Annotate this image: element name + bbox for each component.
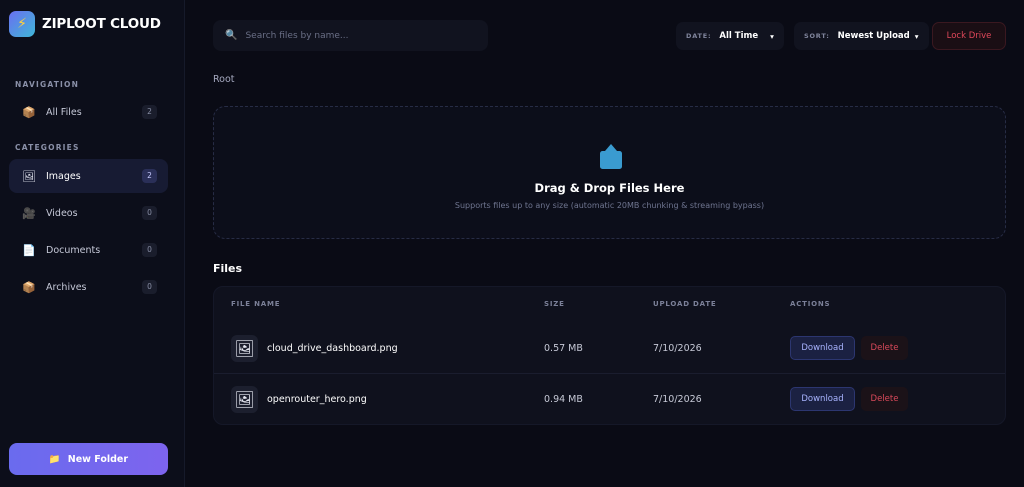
document-icon: 📄: [22, 243, 36, 257]
dropzone-title: Drag & Drop Files Here: [534, 181, 685, 195]
sidebar-item-label: Archives: [46, 281, 87, 293]
folder-icon: 📁: [48, 453, 61, 465]
brand-name: ZIPLOOT CLOUD: [42, 16, 161, 32]
navigation-label: NAVIGATION: [15, 80, 80, 89]
upload-icon: [600, 144, 622, 169]
date-filter[interactable]: DATE: All Time ▾: [676, 22, 784, 50]
sidebar-item-label: Videos: [46, 207, 78, 219]
sidebar-item-images[interactable]: 🖼 Images 2: [9, 159, 168, 193]
search-icon: 🔍: [225, 30, 238, 41]
column-header-actions: ACTIONS: [790, 300, 831, 308]
dropzone-subtitle: Supports files up to any size (automatic…: [454, 201, 765, 210]
search-box[interactable]: 🔍: [213, 20, 488, 51]
count-badge: 0: [142, 243, 157, 257]
files-title: Files: [213, 262, 243, 275]
count-badge: 0: [142, 280, 157, 294]
column-header-file-name: FILE NAME: [231, 300, 281, 308]
categories-label: CATEGORIES: [15, 143, 80, 152]
table-row[interactable]: 🖼 openrouter_hero.png 0.94 MB 7/10/2026 …: [214, 374, 1005, 424]
search-input[interactable]: [245, 30, 471, 41]
sidebar-item-videos[interactable]: 🎥 Videos 0: [9, 196, 168, 230]
sidebar-item-label: All Files: [46, 106, 82, 118]
lightning-bolt-icon: ⚡: [9, 11, 35, 37]
sidebar-item-documents[interactable]: 📄 Documents 0: [9, 233, 168, 267]
sidebar-item-label: Documents: [46, 244, 101, 256]
dropzone[interactable]: Drag & Drop Files Here Supports files up…: [213, 106, 1006, 239]
sidebar-item-all-files[interactable]: 📦 All Files 2: [9, 95, 168, 129]
sort-filter-value: Newest Upload: [837, 31, 910, 41]
count-badge: 2: [142, 105, 157, 119]
date-filter-value: All Time: [719, 31, 759, 41]
column-header-upload-date: UPLOAD DATE: [653, 300, 717, 308]
files-table: FILE NAME SIZE UPLOAD DATE ACTIONS 🖼 clo…: [213, 286, 1006, 425]
file-size: 0.94 MB: [544, 394, 583, 405]
camera-icon: 🎥: [22, 206, 36, 220]
box-icon: 📦: [22, 280, 36, 294]
brand[interactable]: ⚡ ZIPLOOT CLOUD: [9, 11, 161, 37]
sort-filter[interactable]: SORT: Newest Upload ▾: [794, 22, 929, 50]
column-header-size: SIZE: [544, 300, 565, 308]
breadcrumb[interactable]: Root: [213, 74, 235, 85]
file-name[interactable]: openrouter_hero.png: [267, 394, 367, 405]
sidebar-item-archives[interactable]: 📦 Archives 0: [9, 270, 168, 304]
table-row[interactable]: 🖼 cloud_drive_dashboard.png 0.57 MB 7/10…: [214, 323, 1005, 374]
image-icon: 🖼: [22, 169, 36, 183]
chevron-down-icon: ▾: [770, 31, 774, 41]
box-icon: 📦: [22, 105, 36, 119]
file-size: 0.57 MB: [544, 343, 583, 354]
image-icon: 🖼: [231, 386, 258, 413]
delete-button[interactable]: Delete: [861, 336, 908, 360]
lock-drive-button[interactable]: Lock Drive: [932, 22, 1006, 50]
sort-filter-label: SORT:: [804, 32, 830, 40]
count-badge: 0: [142, 206, 157, 220]
new-folder-button[interactable]: 📁 New Folder: [9, 443, 168, 475]
chevron-down-icon: ▾: [914, 31, 919, 41]
new-folder-label: New Folder: [67, 453, 129, 465]
delete-button[interactable]: Delete: [861, 387, 908, 411]
date-filter-label: DATE:: [686, 32, 712, 40]
sidebar-item-label: Images: [46, 170, 81, 182]
download-button[interactable]: Download: [790, 336, 855, 360]
sidebar: ⚡ ZIPLOOT CLOUD NAVIGATION 📦 All Files 2…: [0, 0, 185, 487]
table-header: FILE NAME SIZE UPLOAD DATE ACTIONS: [214, 287, 1005, 323]
upload-date: 7/10/2026: [653, 394, 702, 405]
count-badge: 2: [142, 169, 157, 183]
file-name[interactable]: cloud_drive_dashboard.png: [267, 343, 398, 354]
upload-date: 7/10/2026: [653, 343, 702, 354]
image-icon: 🖼: [231, 335, 258, 362]
download-button[interactable]: Download: [790, 387, 855, 411]
